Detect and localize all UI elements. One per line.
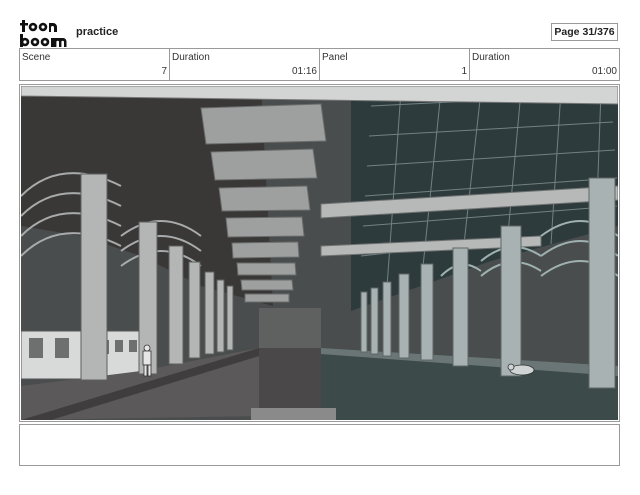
project-title: practice (76, 26, 119, 38)
panel-duration-cell: Duration 01:00 (469, 49, 619, 80)
page-label: Page (554, 26, 580, 38)
scene-duration-cell: Duration 01:16 (169, 49, 319, 80)
scene-cell: Scene 7 (20, 49, 169, 80)
panel-label: Panel (322, 52, 348, 63)
page-indicator: Page 31/376 (551, 23, 618, 41)
scene-duration-label: Duration (172, 52, 210, 63)
scene-label: Scene (22, 52, 51, 63)
subway-station-image (21, 86, 618, 420)
panel-cell: Panel 1 (319, 49, 469, 80)
panel-value: 1 (461, 66, 467, 77)
panel-info-row: Scene 7 Duration 01:16 Panel 1 Duration … (19, 48, 620, 81)
scene-value: 7 (161, 66, 167, 77)
panel-duration-value: 01:00 (591, 66, 617, 77)
storyboard-panel (19, 84, 620, 422)
panel-duration-label: Duration (472, 52, 510, 63)
panel-notes-area[interactable] (19, 424, 620, 466)
toon-boom-logo (20, 20, 67, 47)
page-number: 31/376 (582, 26, 615, 38)
scene-duration-value: 01:16 (291, 66, 317, 77)
